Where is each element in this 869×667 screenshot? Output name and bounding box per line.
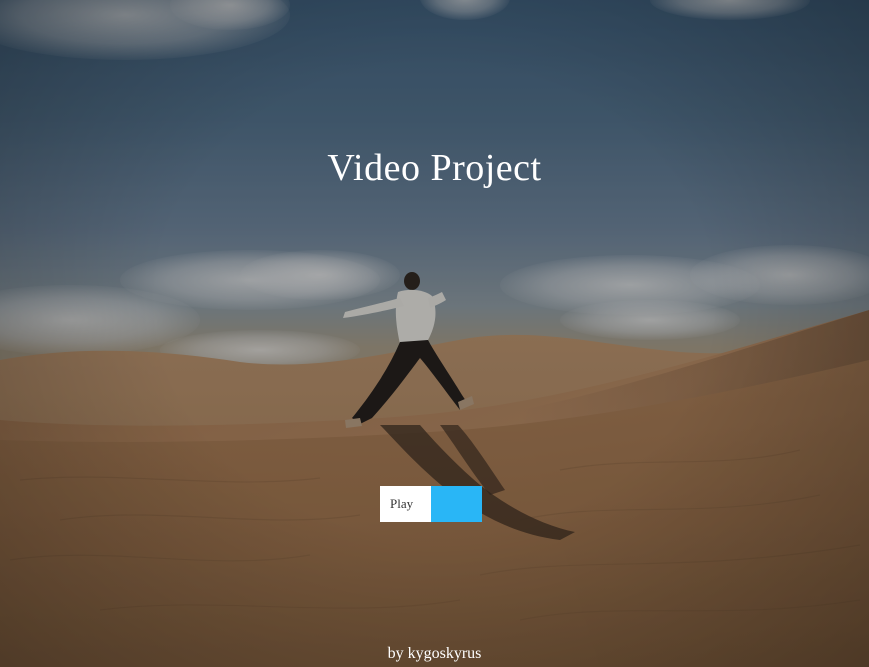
author-credit: by kygoskyrus <box>387 645 482 662</box>
play-button[interactable]: Play <box>380 486 431 522</box>
play-control[interactable]: Play <box>380 486 482 522</box>
page-title: Video Project <box>327 147 542 189</box>
play-accent-button[interactable] <box>431 486 482 522</box>
video-background <box>0 0 869 667</box>
vignette <box>0 0 869 667</box>
